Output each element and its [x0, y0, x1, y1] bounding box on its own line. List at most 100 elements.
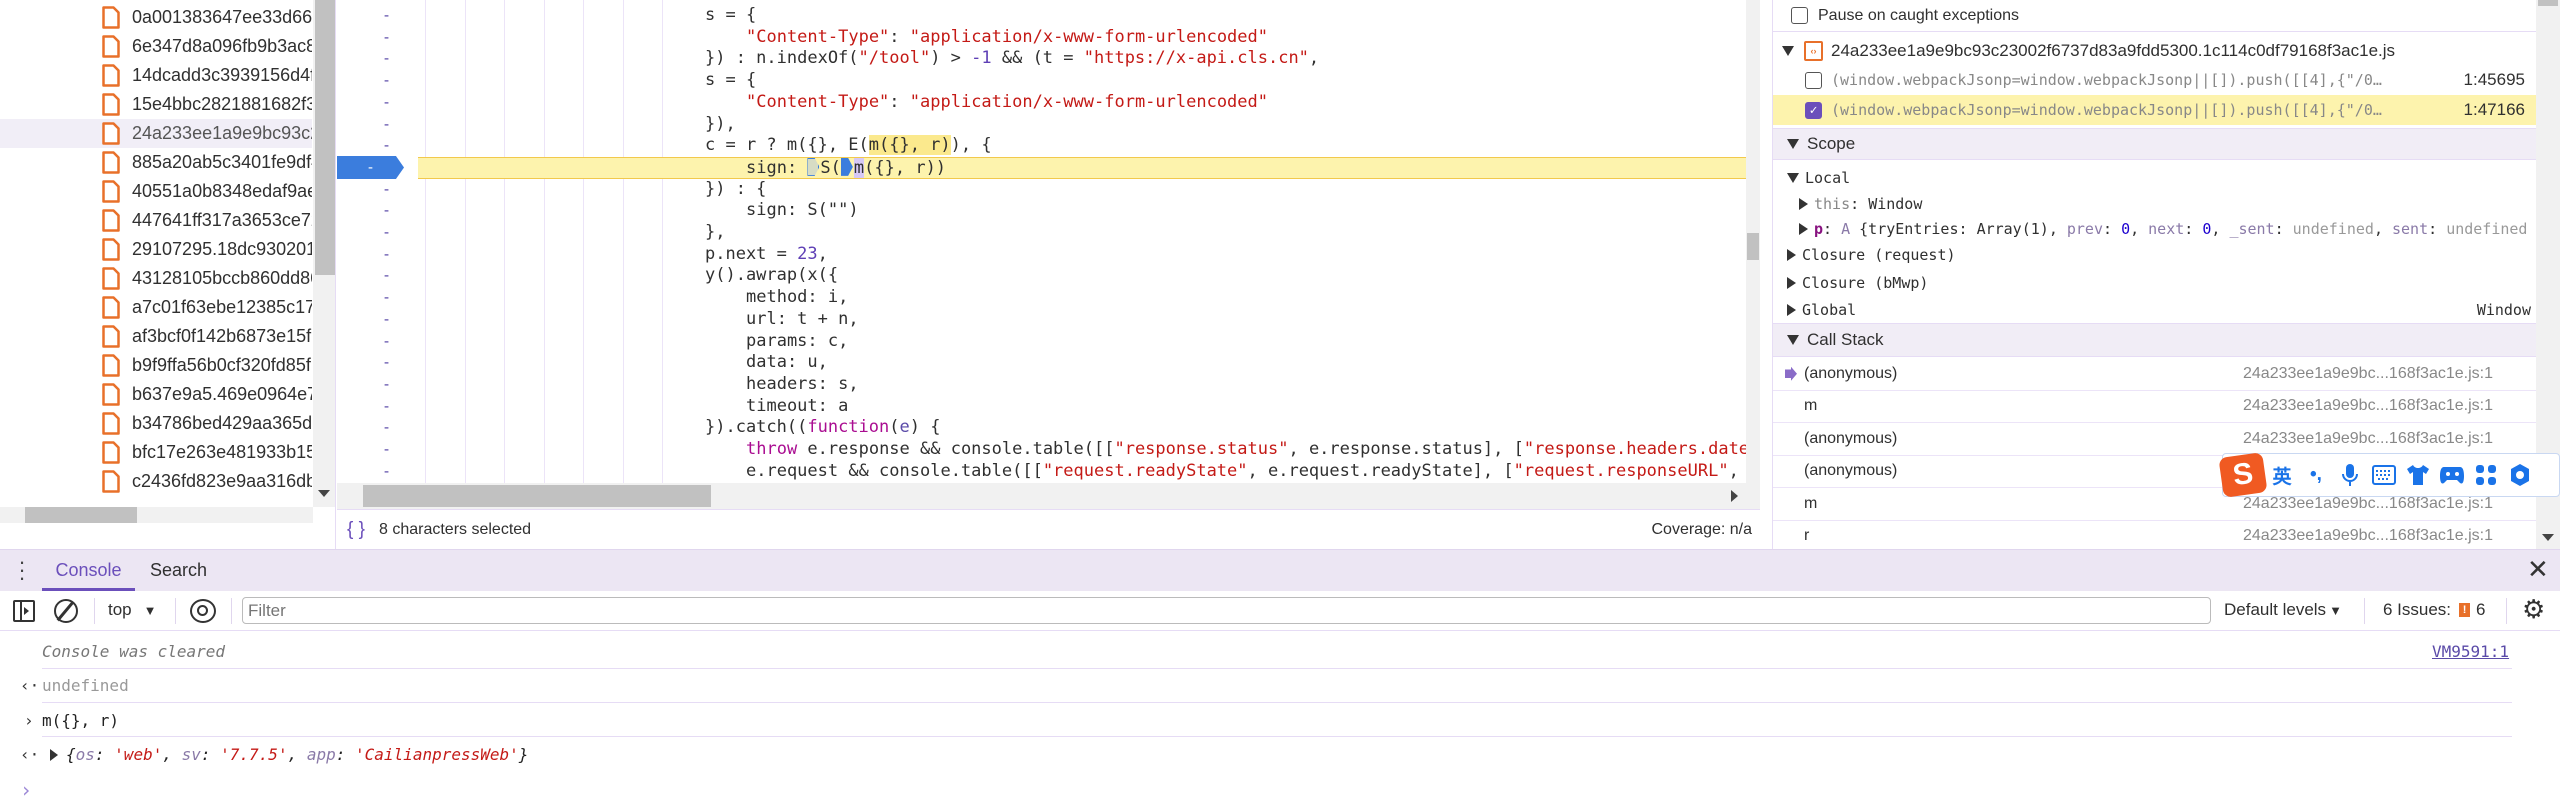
file-item[interactable]: 0a001383647ee33d660: [0, 3, 312, 32]
file-item[interactable]: 29107295.18dc930201: [0, 235, 312, 264]
scope-closure[interactable]: Closure (bMwp): [1773, 271, 2536, 295]
close-drawer-icon[interactable]: ✕: [2527, 554, 2549, 585]
log-levels-dropdown[interactable]: Default levels ▼: [2224, 600, 2342, 620]
editor-horizontal-scrollbar[interactable]: [337, 483, 1760, 509]
line-gutter-mark[interactable]: -: [382, 222, 391, 244]
call-stack-section-header[interactable]: Call Stack: [1773, 323, 2536, 357]
file-item[interactable]: 14dcadd3c3939156d4f: [0, 61, 312, 90]
line-gutter-mark[interactable]: -: [382, 287, 391, 309]
scope-this[interactable]: this: Window: [1773, 192, 2536, 216]
breakpoint-item[interactable]: (window.webpackJsonp=window.webpackJsonp…: [1773, 65, 2536, 95]
line-gutter-mark[interactable]: -: [382, 70, 391, 92]
console-result-line[interactable]: ‹· {os: 'web', sv: '7.7.5', app: 'Cailia…: [0, 745, 2560, 767]
sidebar-toggle-icon[interactable]: [13, 600, 35, 622]
line-gutter-mark[interactable]: -: [382, 265, 391, 287]
file-item[interactable]: af3bcf0f142b6873e15fb: [0, 322, 312, 351]
file-item[interactable]: 24a233ee1a9e9bc93c2: [0, 119, 312, 148]
active-inline-breakpoint-icon[interactable]: [840, 157, 853, 176]
file-item[interactable]: b637e9a5.469e0964e74: [0, 380, 312, 409]
breakpoint-file-row[interactable]: ‹› 24a233ee1a9e9bc93c23002f6737d83a9fdd5…: [1773, 37, 2536, 65]
line-gutter-mark[interactable]: -: [382, 114, 391, 136]
skin-shirt-icon[interactable]: [2401, 461, 2435, 489]
line-gutter-mark[interactable]: -: [382, 374, 391, 396]
more-options-icon[interactable]: · · ·: [17, 551, 27, 589]
call-stack-frame[interactable]: (anonymous) 24a233ee1a9e9bc...168f3ac1e.j…: [1773, 358, 2536, 391]
call-stack-frame[interactable]: (anonymous) 24a233ee1a9e9bc...168f3ac1e.j…: [1773, 423, 2536, 456]
tab-search[interactable]: Search: [150, 550, 207, 591]
line-gutter-mark[interactable]: -: [382, 5, 391, 27]
scroll-right-arrow-icon[interactable]: [1731, 490, 1738, 502]
collapse-triangle-icon[interactable]: [1787, 173, 1799, 183]
line-gutter-mark[interactable]: -: [382, 48, 391, 70]
call-stack-frame[interactable]: r 24a233ee1a9e9bc...168f3ac1e.js:1: [1773, 521, 2536, 550]
line-gutter-mark[interactable]: -: [382, 92, 391, 114]
file-item[interactable]: a7c01f63ebe12385c17b: [0, 293, 312, 322]
keyboard-icon[interactable]: [2367, 461, 2401, 489]
line-gutter-mark[interactable]: -: [382, 244, 391, 266]
line-gutter-mark[interactable]: -: [382, 417, 391, 439]
navigator-horizontal-scrollbar[interactable]: [0, 507, 313, 523]
call-stack-frame[interactable]: m 24a233ee1a9e9bc...168f3ac1e.js:1: [1773, 391, 2536, 423]
scope-p[interactable]: p: A {tryEntries: Array(1), prev: 0, nex…: [1773, 217, 2536, 241]
pretty-print-icon[interactable]: { }: [347, 519, 365, 541]
scrollbar-thumb[interactable]: [1747, 233, 1759, 260]
navigator-vertical-scrollbar[interactable]: [313, 0, 335, 507]
file-item[interactable]: c2436fd823e9aa316db: [0, 467, 312, 496]
expand-object-icon[interactable]: [50, 749, 58, 761]
console-settings-gear-icon[interactable]: ⚙: [2522, 594, 2545, 625]
line-gutter-mark[interactable]: -: [382, 135, 391, 157]
microphone-icon[interactable]: [2333, 461, 2367, 489]
file-item[interactable]: 6e347d8a096fb9b3ac8: [0, 32, 312, 61]
expand-triangle-icon[interactable]: [1799, 223, 1808, 235]
breakpoint-checkbox[interactable]: ✓: [1805, 101, 1822, 119]
sogou-logo-icon[interactable]: S: [2218, 452, 2268, 498]
ime-punctuation-toggle[interactable]: •,: [2299, 461, 2333, 489]
pause-caught-exceptions-row[interactable]: Pause on caught exceptions: [1773, 0, 2536, 32]
line-gutter-mark[interactable]: -: [382, 461, 391, 483]
tab-console[interactable]: Console: [42, 550, 135, 591]
gamepad-icon[interactable]: [2435, 461, 2469, 489]
expand-triangle-icon[interactable]: [1787, 249, 1796, 261]
file-item[interactable]: bfc17e263e481933b15: [0, 438, 312, 467]
file-item[interactable]: 40551a0b8348edaf9ae: [0, 177, 312, 206]
line-gutter-mark[interactable]: -: [382, 200, 391, 222]
ime-settings-icon[interactable]: [2503, 461, 2537, 489]
expand-triangle-icon[interactable]: [1787, 304, 1796, 316]
toolbox-grid-icon[interactable]: [2469, 461, 2503, 489]
breakpoint-checkbox[interactable]: [1805, 71, 1822, 89]
code-editor[interactable]: - s = {- "Content-Type": "application/x-ww…: [337, 0, 1760, 483]
inline-breakpoint-icon[interactable]: [807, 157, 820, 176]
line-gutter-mark[interactable]: -: [382, 439, 391, 461]
line-gutter-mark[interactable]: -: [382, 352, 391, 374]
issues-counter[interactable]: 6 Issues: ! 6: [2383, 600, 2486, 620]
pause-caught-checkbox[interactable]: [1791, 7, 1808, 24]
scrollbar-thumb[interactable]: [2538, 0, 2558, 6]
file-item[interactable]: 447641ff317a3653ce72: [0, 206, 312, 235]
scope-local[interactable]: Local: [1773, 166, 2536, 190]
collapse-triangle-icon[interactable]: [1787, 335, 1799, 345]
file-item[interactable]: 15e4bbc2821881682f3: [0, 90, 312, 119]
breakpoint-item[interactable]: ✓ (window.webpackJsonp=window.webpackJson…: [1773, 95, 2536, 125]
file-item[interactable]: b9f9ffa56b0cf320fd85f: [0, 351, 312, 380]
line-gutter-mark[interactable]: -: [382, 309, 391, 331]
file-item[interactable]: 885a20ab5c3401fe9df4: [0, 148, 312, 177]
line-gutter-mark[interactable]: -: [382, 179, 391, 201]
file-item[interactable]: 43128105bccb860dd86: [0, 264, 312, 293]
file-item[interactable]: b34786bed429aa365d5: [0, 409, 312, 438]
console-filter-input[interactable]: [242, 597, 2211, 624]
source-link[interactable]: VM9591:1: [2432, 642, 2509, 661]
line-gutter-mark[interactable]: -: [382, 396, 391, 418]
scroll-down-arrow-icon[interactable]: [2542, 534, 2554, 541]
expand-triangle-icon[interactable]: [1799, 198, 1808, 210]
scrollbar-thumb[interactable]: [25, 507, 137, 523]
editor-vertical-scrollbar[interactable]: [1746, 0, 1760, 483]
collapse-triangle-icon[interactable]: [1787, 139, 1799, 149]
line-gutter-mark[interactable]: -: [382, 27, 391, 49]
console-prompt[interactable]: ›: [0, 778, 2560, 802]
expand-triangle-icon[interactable]: [1782, 46, 1794, 56]
scroll-down-arrow-icon[interactable]: [318, 490, 330, 497]
ime-language-toggle[interactable]: 英: [2265, 461, 2299, 489]
clear-console-icon[interactable]: [54, 599, 78, 623]
breakpoint-marker[interactable]: -: [337, 156, 404, 179]
expand-triangle-icon[interactable]: [1787, 276, 1796, 289]
